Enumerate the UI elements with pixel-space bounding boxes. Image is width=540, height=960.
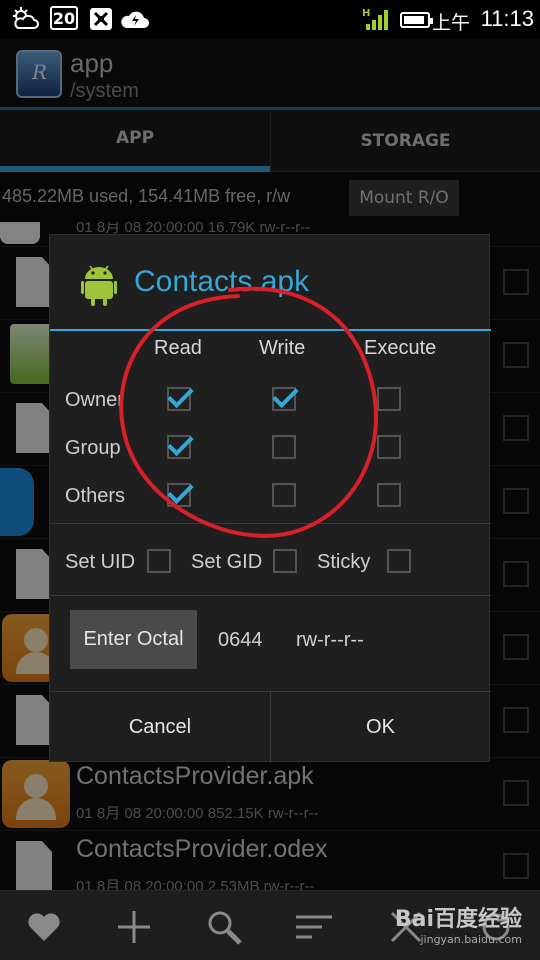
column-header-execute: Execute	[364, 337, 437, 359]
calendar-date-icon: 20	[50, 6, 78, 30]
group-execute-checkbox[interactable]	[377, 435, 401, 459]
permission-string: rw-r--r--	[296, 629, 364, 651]
watermark-url: jingyan.baidu.com	[420, 933, 522, 946]
status-time: 11:13	[480, 6, 534, 31]
enter-octal-button[interactable]: Enter Octal	[70, 610, 197, 669]
group-read-checkbox[interactable]	[167, 435, 191, 459]
dialog-title: Contacts.apk	[134, 265, 310, 298]
baidu-watermark: Bai百度经验 jingyan.baidu.com	[395, 901, 522, 946]
search-icon[interactable]	[204, 907, 244, 947]
set-uid-label: Set UID	[65, 551, 136, 573]
column-header-write: Write	[259, 337, 306, 359]
usb-debug-icon	[88, 6, 114, 32]
octal-value: 0644	[218, 629, 263, 651]
permissions-dialog: Contacts.apk Read Write Execute Owner Gr…	[49, 234, 491, 763]
column-header-read: Read	[154, 337, 202, 359]
group-write-checkbox[interactable]	[272, 435, 296, 459]
others-write-checkbox[interactable]	[272, 483, 296, 507]
others-execute-checkbox[interactable]	[377, 483, 401, 507]
set-gid-checkbox[interactable]	[273, 549, 297, 573]
owner-execute-checkbox[interactable]	[377, 387, 401, 411]
android-icon	[81, 265, 117, 306]
bottom-toolbar: Bai百度经验 jingyan.baidu.com	[0, 890, 540, 960]
row-label-group: Group	[65, 437, 121, 459]
row-label-others: Others	[65, 485, 126, 507]
weather-icon	[10, 6, 40, 32]
sort-icon[interactable]	[294, 907, 334, 947]
svg-text:H: H	[362, 8, 370, 19]
add-icon[interactable]	[114, 907, 154, 947]
battery-icon	[400, 12, 433, 28]
row-label-owner: Owner	[65, 389, 124, 411]
sticky-label: Sticky	[317, 551, 371, 573]
cloud-sync-icon	[120, 6, 150, 32]
status-ampm: 上午	[431, 12, 470, 34]
set-uid-checkbox[interactable]	[147, 549, 171, 573]
signal-icon: H	[360, 6, 390, 32]
set-gid-label: Set GID	[191, 551, 263, 573]
sticky-checkbox[interactable]	[387, 549, 411, 573]
owner-read-checkbox[interactable]	[167, 387, 191, 411]
watermark-text: Bai百度经验	[394, 907, 522, 932]
dialog-header: Contacts.apk	[50, 235, 491, 331]
ok-button[interactable]: OK	[270, 691, 490, 763]
cancel-button[interactable]: Cancel	[50, 691, 270, 763]
others-read-checkbox[interactable]	[167, 483, 191, 507]
divider	[50, 523, 491, 524]
favorite-icon[interactable]	[24, 907, 64, 947]
divider	[50, 595, 491, 596]
status-bar: 20 H 上午 11:13	[0, 0, 540, 38]
owner-write-checkbox[interactable]	[272, 387, 296, 411]
